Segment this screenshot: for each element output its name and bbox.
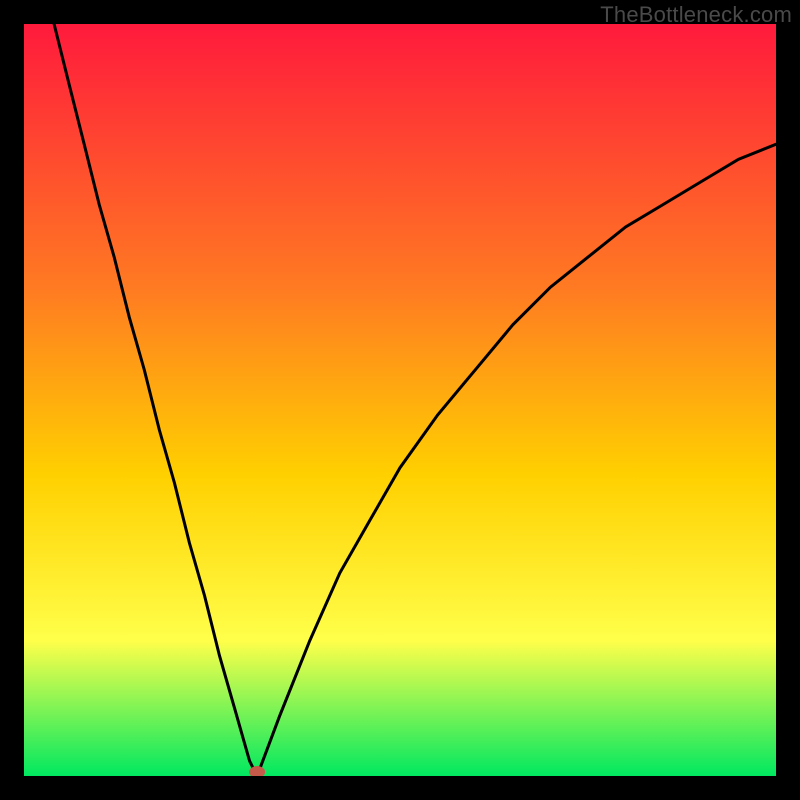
chart-frame bbox=[24, 24, 776, 776]
watermark-text: TheBottleneck.com bbox=[600, 2, 792, 28]
bottleneck-chart bbox=[24, 24, 776, 776]
gradient-background bbox=[24, 24, 776, 776]
